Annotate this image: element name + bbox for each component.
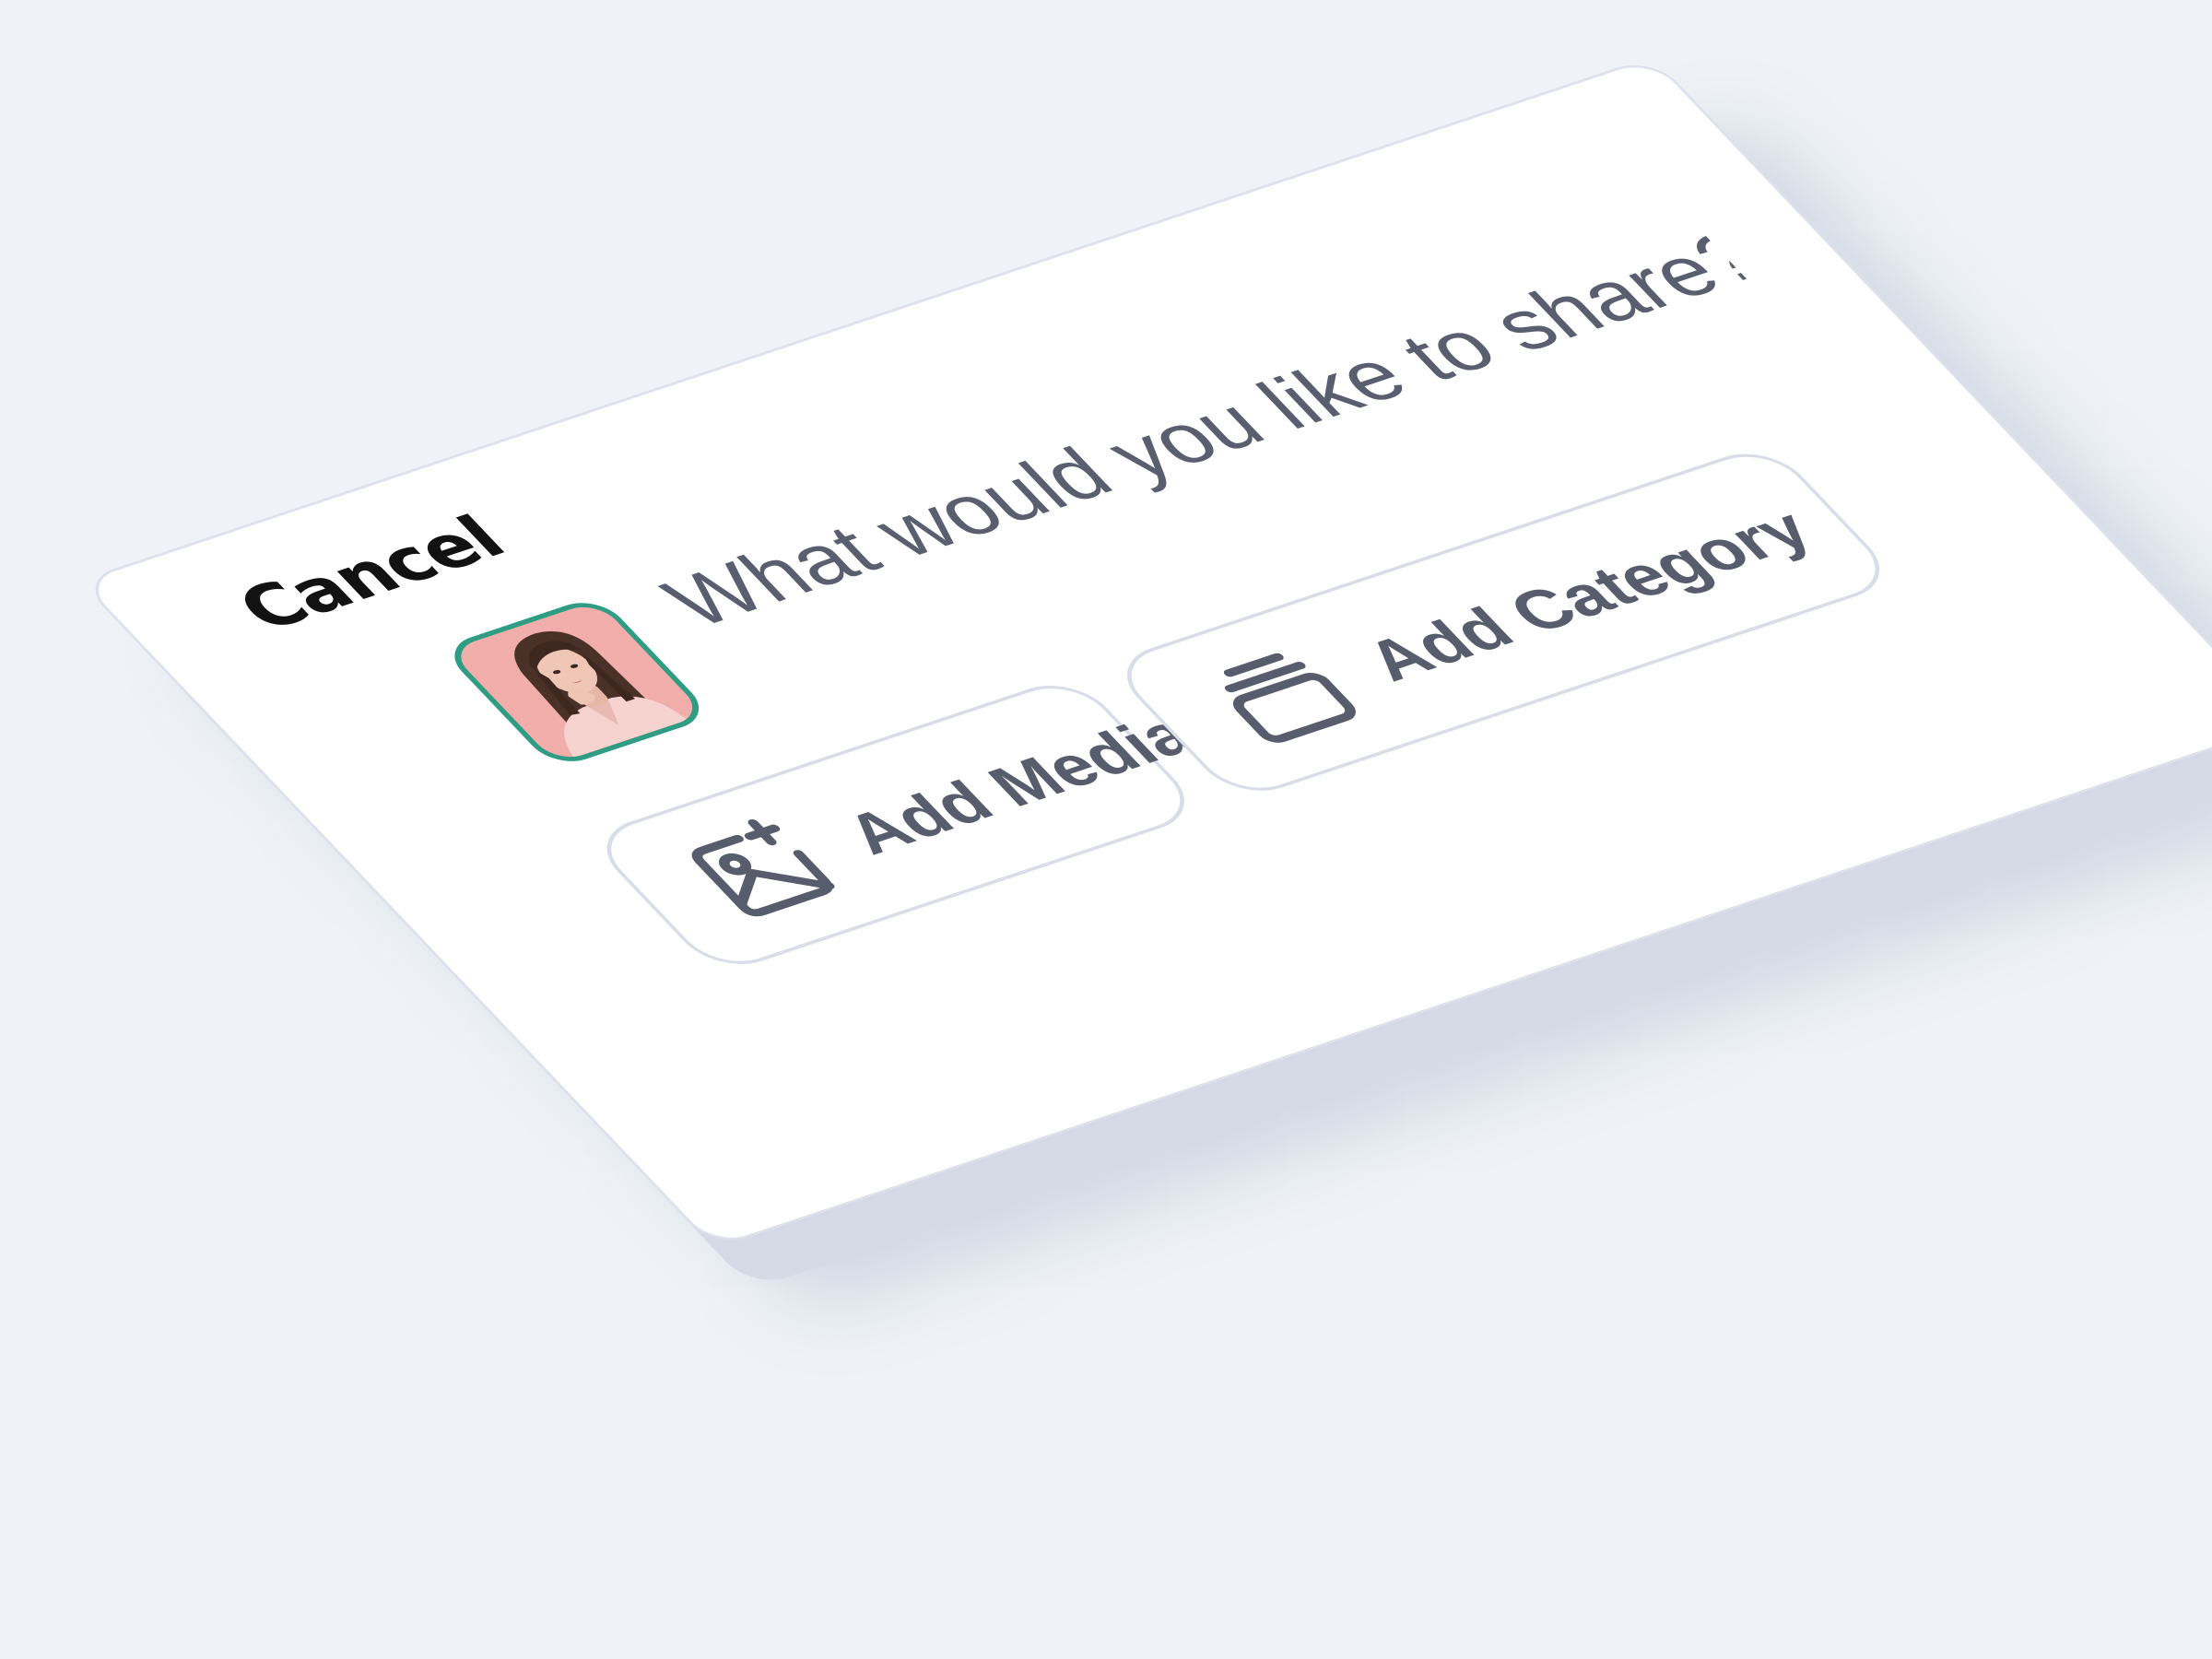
layers-icon: [1186, 634, 1380, 757]
avatar-portrait-icon: [448, 600, 705, 764]
add-media-label: Add Media: [829, 701, 1209, 866]
add-category-label: Add Category: [1348, 495, 1827, 693]
add-category-button[interactable]: Add Category: [1104, 441, 1902, 803]
avatar: [439, 594, 714, 770]
composer-card-group: Cancel What would you like to share? Add…: [78, 55, 2212, 1289]
scene: Cancel What would you like to share? Add…: [0, 0, 2212, 1659]
image-plus-icon: [666, 807, 860, 930]
cancel-button[interactable]: Cancel: [221, 503, 521, 643]
composer-card: Cancel What would you like to share? Add…: [78, 55, 2212, 1250]
